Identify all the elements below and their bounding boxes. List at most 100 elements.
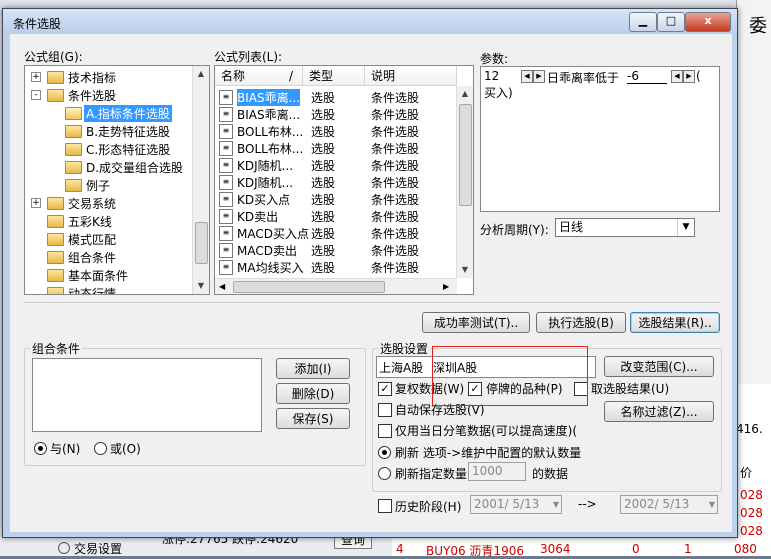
date-from-input[interactable]: 2001/ 5/13 ▼ [470,495,562,514]
background-title-char: 委 [749,16,767,37]
restore-data-checkbox[interactable]: ✓ [378,382,392,396]
tree-item-label: 例子 [86,179,111,193]
formula-list-vscroll[interactable]: ▲ ▼ [456,86,473,278]
expand-icon[interactable]: + [31,72,41,82]
formula-icon: ≡ [219,209,233,224]
today-only-checkbox[interactable] [378,424,392,438]
param-value-1[interactable]: 12 [484,69,499,83]
success-test-button[interactable]: 成功率测试(T).. [422,312,530,333]
spin-right-icon[interactable]: ▶ [683,70,695,83]
pick-result-label: 取选股结果(U) [591,382,670,396]
table-row[interactable]: ≡ KDJ随机... 选股 条件选股 [215,173,455,190]
table-row[interactable]: ≡ KD卖出 选股 条件选股 [215,207,455,224]
formula-group-tree[interactable]: + 技术指标 - 条件选股 A.指标条件选股 B.走势特征选股 C.形态特征选股 D.成交量组… [24,65,210,295]
execute-select-button[interactable]: 执行选股(B) [536,312,626,333]
formula-desc: 条件选股 [371,125,420,139]
formula-scroll-thumb[interactable] [459,104,472,206]
expand-icon[interactable]: + [31,198,41,208]
scroll-down-icon[interactable]: ▼ [193,278,209,294]
range-text-sh: 上海A股 [379,361,424,375]
and-radio[interactable] [34,442,47,455]
spin-left-icon[interactable]: ◀ [521,70,533,83]
param-tail: ( [696,69,701,83]
refresh-count-suffix: 的数据 [532,467,569,481]
auto-save-checkbox[interactable] [378,403,392,417]
maximize-button[interactable]: □ [657,12,685,32]
add-button[interactable]: 添加(I) [276,358,350,379]
folder-icon [47,269,64,282]
date-to-input[interactable]: 2002/ 5/13 ▼ [620,495,718,514]
table-row[interactable]: ≡ MACD买入点 选股 条件选股 [215,224,455,241]
chevron-down-icon[interactable]: ▼ [553,496,559,513]
tree-scrollbar[interactable]: ▲ ▼ [192,66,209,294]
folder-icon [47,71,64,84]
formula-list[interactable]: 名称 / 类型 说明 ≡ BIAS乖离... 选股 条件选股 ≡ BIAS乖离... 选股 条件… [214,65,474,295]
close-icon: x [704,14,712,27]
save-button[interactable]: 保存(S) [276,408,350,429]
close-button[interactable]: x [685,12,731,32]
formula-desc: 条件选股 [371,91,420,105]
scroll-right-icon[interactable]: ▶ [443,279,449,294]
formula-type: 选股 [311,210,336,224]
table-row[interactable]: ≡ MACD卖出 选股 条件选股 [215,241,455,258]
table-row[interactable]: ≡ KD买入点 选股 条件选股 [215,190,455,207]
table-row[interactable]: ≡ MA均线买入 选股 条件选股 [215,258,455,275]
formula-icon: ≡ [219,124,233,139]
table-row[interactable]: ≡ BIAS乖离... 选股 条件选股 [215,88,455,106]
formula-desc: 条件选股 [371,261,420,275]
formula-list-hscroll[interactable]: ◀ ▶ [215,278,457,294]
table-row[interactable]: ≡ BOLL布林... 选股 条件选股 [215,139,455,156]
formula-name: BOLL布林... [237,142,304,156]
formula-name: MACD买入点 [237,227,309,241]
delete-button[interactable]: 删除(D) [276,383,350,404]
formula-type: 选股 [311,142,336,156]
folder-icon [65,107,82,120]
formula-icon: ≡ [219,226,233,241]
param-value-2[interactable]: -6 [627,69,667,84]
tree-scroll-thumb[interactable] [195,222,208,264]
column-header-type[interactable]: 类型 [303,66,365,86]
formula-desc: 条件选股 [371,142,420,156]
name-filter-button[interactable]: 名称过滤(Z)... [604,401,714,422]
refresh-count-radio[interactable] [378,467,391,480]
column-header-name[interactable]: 名称 / [215,66,303,86]
gear-icon [58,542,70,554]
chevron-down-icon[interactable]: ▼ [677,219,694,236]
history-label: 历史阶段(H) [395,500,462,514]
chevron-down-icon[interactable]: ▼ [709,496,715,513]
change-range-button[interactable]: 改变范围(C)... [604,356,714,377]
collapse-icon[interactable]: - [31,90,41,100]
scroll-up-icon[interactable]: ▲ [193,66,209,82]
dialog-titlebar[interactable]: 条件选股 ▁ □ x [3,9,737,35]
formula-name: BIAS乖离... [237,89,301,106]
formula-hscroll-thumb[interactable] [233,281,385,293]
sidebar-item-trade-settings[interactable]: 交易设置 [58,540,122,557]
scroll-up-icon[interactable]: ▲ [457,86,473,102]
table-row[interactable]: ≡ KDJ随机... 选股 条件选股 [215,156,455,173]
combo-conditions-list[interactable] [32,358,262,432]
separator [24,302,720,303]
spin-right-icon[interactable]: ▶ [533,70,545,83]
table-row[interactable]: ≡ BOLL布林... 选股 条件选股 [215,122,455,139]
scroll-left-icon[interactable]: ◀ [219,279,225,294]
dialog-title: 条件选股 [13,17,62,31]
period-select[interactable]: 日线 ▼ [555,218,695,237]
spin-left-icon[interactable]: ◀ [671,70,683,83]
formula-icon: ≡ [219,90,233,105]
scroll-down-icon[interactable]: ▼ [457,262,473,278]
minimize-button[interactable]: ▁ [629,12,657,32]
sidebar-item-label: 交易设置 [74,542,123,556]
history-checkbox[interactable] [378,499,392,513]
folder-icon [65,125,82,138]
refresh-default-radio[interactable] [378,446,391,459]
or-radio[interactable] [94,442,107,455]
column-header-desc[interactable]: 说明 [365,66,457,86]
formula-icon: ≡ [219,260,233,275]
refresh-count-input[interactable]: 1000 [468,462,526,481]
tree-item-label: 动态行情 [68,287,117,295]
param-text-1: 日乖离率低于 [547,71,620,85]
table-row[interactable]: ≡ BIAS乖离... 选股 条件选股 [215,105,455,122]
date-arrow: --> [578,497,597,511]
select-result-button[interactable]: 选股结果(R).. [630,312,720,333]
background-row-index: 4 [396,542,404,556]
